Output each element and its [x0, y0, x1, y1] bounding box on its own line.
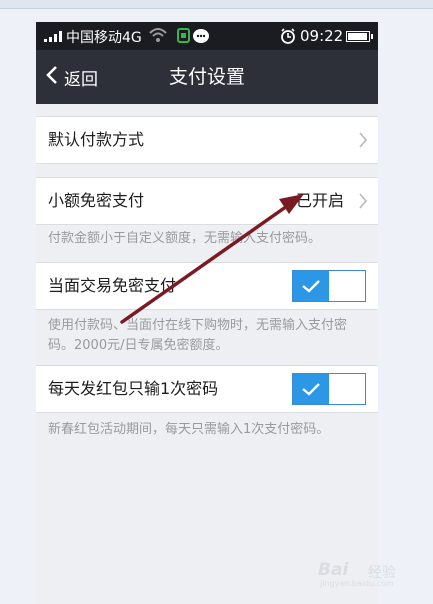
alarm-icon	[280, 27, 296, 49]
chevron-right-icon	[358, 192, 368, 214]
setting-red-packet: 每天发红包只输1次密码	[36, 365, 378, 413]
browser-top-strip	[0, 0, 433, 9]
face-to-face-toggle[interactable]	[292, 270, 366, 302]
notification-icons	[176, 26, 212, 50]
setting-description: 使用付款码、当面付在线下购物时，无需输入支付密码。2000元/日专属免密额度。	[48, 318, 348, 353]
setting-default-payment[interactable]: 默认付款方式	[36, 116, 378, 164]
setting-label: 当面交易免密支付	[48, 276, 177, 295]
status-value: 已开启	[295, 191, 344, 210]
watermark-brand: Bai	[318, 560, 349, 580]
setting-label: 默认付款方式	[48, 130, 145, 149]
watermark-url: jingyan.baidu.com	[320, 579, 394, 588]
setting-description: 付款金额小于自定义额度，无需输入支付密码。	[48, 231, 322, 246]
status-time: 09:22	[300, 27, 344, 45]
setting-face-to-face: 当面交易免密支付	[36, 262, 378, 310]
phone-screen: 中国移动4G 09:22 返回 支付设置 默认付款方式 小额免密支付 已开启 付…	[36, 22, 378, 604]
baidu-watermark: Bai 经验 jingyan.baidu.com	[318, 556, 418, 590]
page-title: 支付设置	[168, 66, 245, 88]
setting-small-amount[interactable]: 小额免密支付 已开启	[36, 177, 378, 225]
status-bar: 中国移动4G 09:22	[36, 22, 378, 50]
signal-icon	[44, 31, 62, 42]
checkmark-icon	[302, 383, 320, 396]
setting-description: 新春红包活动期间，每天只需输入1次支付密码。	[48, 422, 330, 437]
setting-label: 小额免密支付	[48, 191, 145, 210]
battery-icon	[346, 31, 373, 42]
setting-label: 每天发红包只输1次密码	[48, 379, 219, 398]
checkmark-icon	[302, 280, 320, 293]
red-packet-toggle[interactable]	[292, 373, 366, 405]
carrier-label: 中国移动4G	[66, 30, 142, 46]
wifi-icon	[148, 25, 168, 49]
nav-bar: 返回 支付设置	[36, 50, 378, 104]
chevron-right-icon	[358, 131, 368, 153]
